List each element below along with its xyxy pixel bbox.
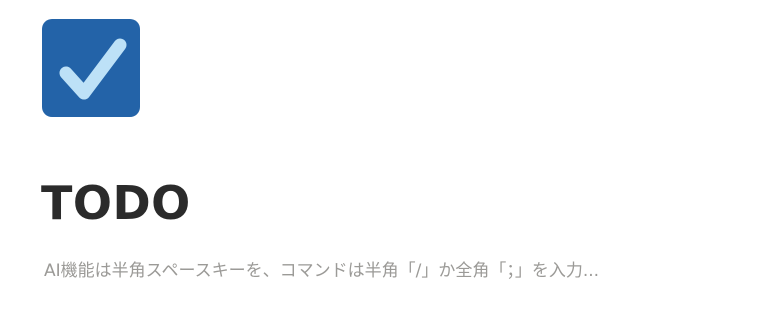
checkmark-svg xyxy=(59,38,127,100)
block-placeholder-text[interactable]: AI機能は半角スペースキーを、コマンドは半角「/」か全角「；」を入力... xyxy=(44,259,599,283)
checkbox-check-icon[interactable] xyxy=(42,19,140,117)
document-page: TODO AI機能は半角スペースキーを、コマンドは半角「/」か全角「；」を入力.… xyxy=(0,0,771,316)
checkmark-path xyxy=(59,38,127,100)
page-title[interactable]: TODO xyxy=(41,174,191,232)
